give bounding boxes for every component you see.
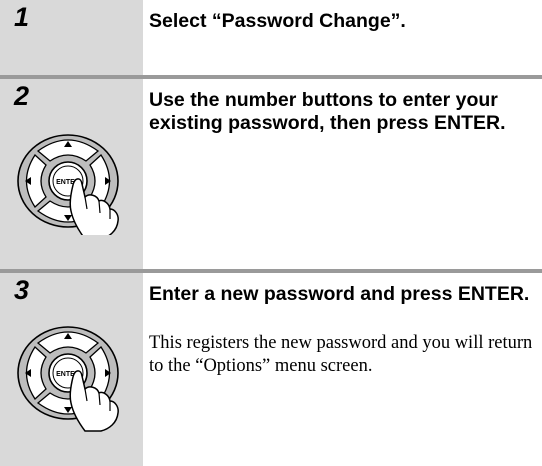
step-2: 2 ENTER Use the number buttons to enter … [0,79,542,269]
step-number: 2 [14,81,30,111]
step-title: Use the number buttons to enter your exi… [149,89,506,134]
remote-enter-button-icon: ENTER [17,326,119,432]
step-number: 3 [14,275,30,305]
step-number-cell: 1 [0,0,143,75]
step-title: Enter a new password and press ENTER. [149,283,530,305]
step-description: This registers the new password and you … [149,333,533,376]
step-number-cell: 3 ENTER [0,273,143,466]
step-content: Enter a new password and press ENTER. Th… [143,273,542,466]
step-3: 3 ENTER Enter a new password and press E… [0,273,542,466]
step-title: Select “Password Change”. [149,10,406,32]
step-content: Use the number buttons to enter your exi… [143,79,542,269]
step-number: 1 [14,2,30,32]
step-number-cell: 2 ENTER [0,79,143,269]
step-content: Select “Password Change”. [143,0,542,75]
remote-enter-button-icon: ENTER [17,134,119,235]
step-1: 1 Select “Password Change”. [0,0,542,75]
